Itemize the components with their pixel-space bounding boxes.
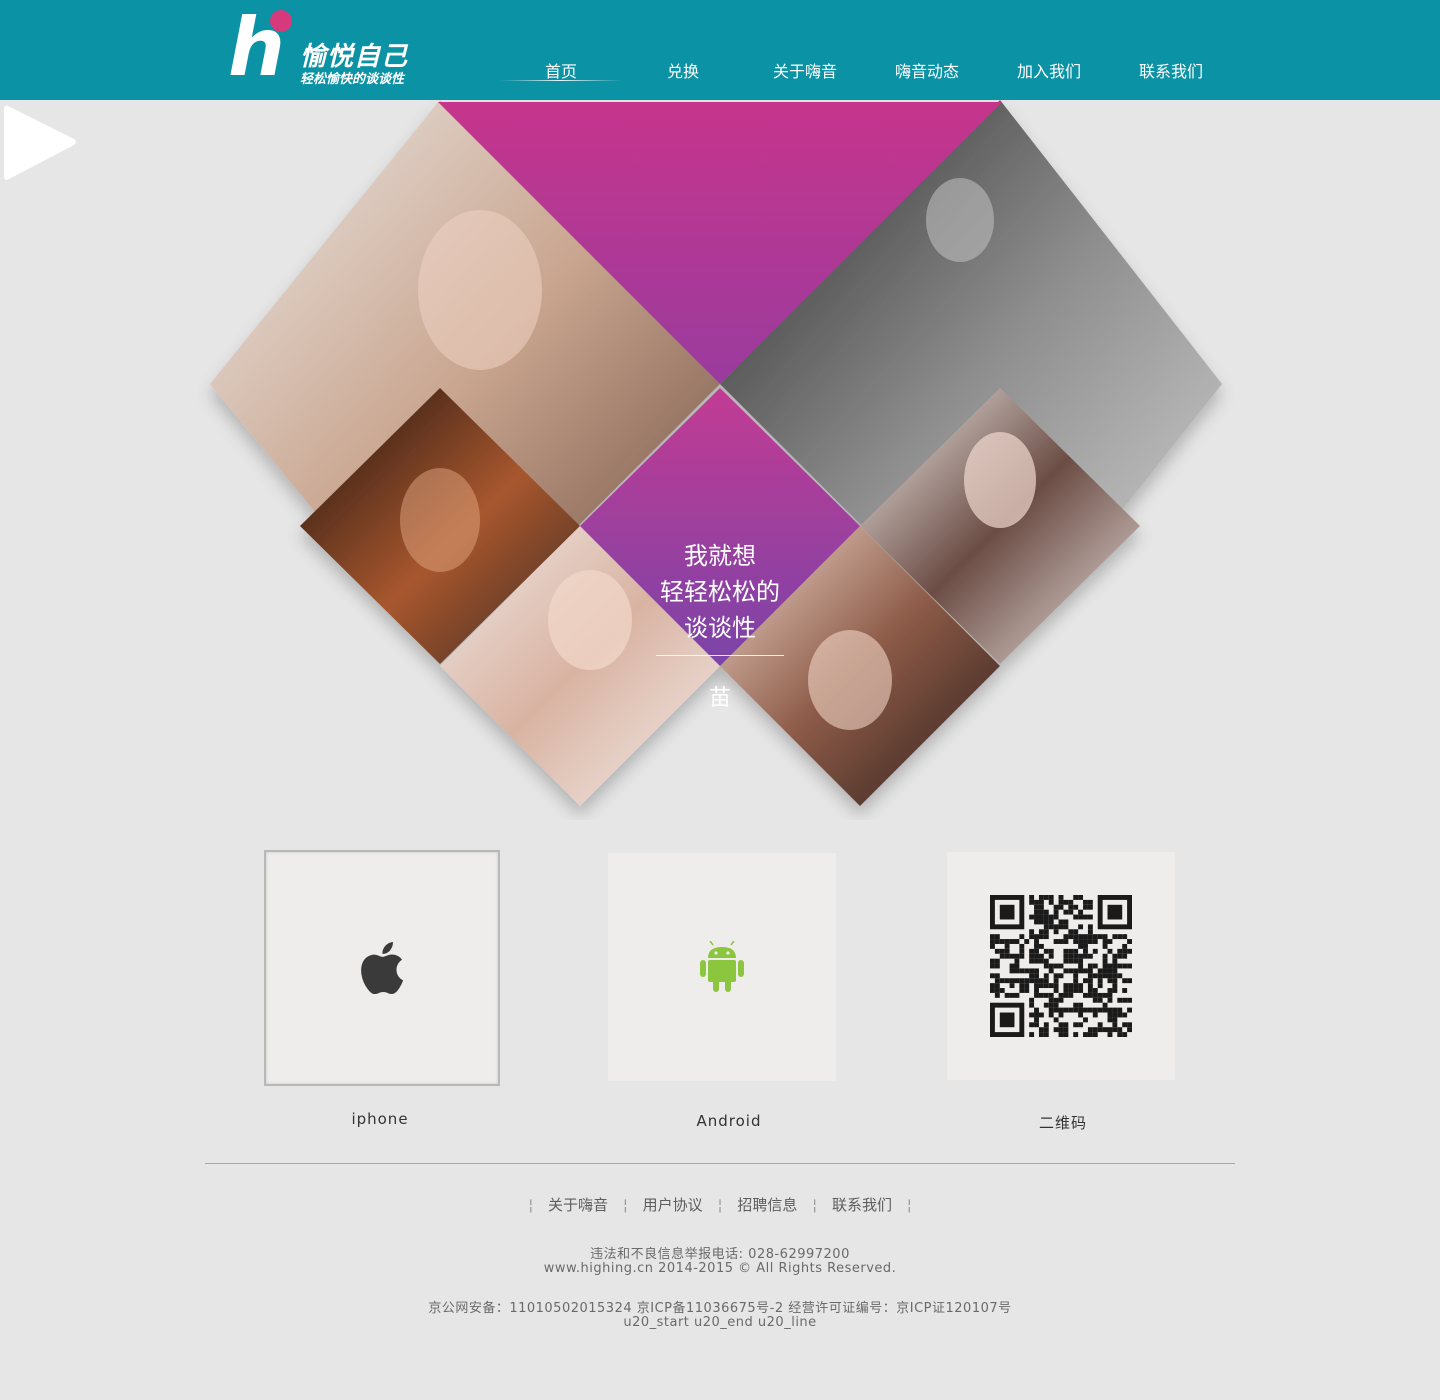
nav-item-label: 加入我们 — [1016, 62, 1081, 81]
slogan-text: 我就想 轻轻松松的 谈谈性 — [640, 538, 800, 646]
play-icon[interactable] — [0, 100, 80, 184]
slogan-author: 苗 — [708, 686, 731, 711]
nav-item-contact[interactable]: 联系我们 — [1110, 58, 1232, 82]
nav-item-label: 嗨音动态 — [894, 62, 959, 81]
hero-mosaic-graphic — [210, 100, 1222, 806]
download-iphone-label[interactable]: iphone — [260, 1110, 500, 1128]
slogan-divider — [656, 655, 784, 656]
footer-links: ¦ 关于嗨音 ¦ 用户协议 ¦ 招聘信息 ¦ 联系我们 ¦ — [0, 1194, 1440, 1215]
hero-mosaic: 我就想 轻轻松松的 谈谈性 苗 — [0, 100, 1440, 820]
site-header: h 愉悦自己 轻松愉快的谈谈性 首页 兑换 关于嗨音 嗨音动态 加入我们 联系我… — [0, 0, 1440, 100]
footer-separator: ¦ — [528, 1196, 534, 1214]
face-hint — [964, 432, 1036, 528]
download-android-label[interactable]: Android — [609, 1112, 849, 1130]
logo-dot — [270, 10, 292, 32]
footer-divider — [205, 1163, 1235, 1164]
nav-item-about[interactable]: 关于嗨音 — [744, 58, 866, 82]
face-hint — [400, 468, 480, 572]
footer-link-agreement[interactable]: 用户协议 — [643, 1196, 703, 1214]
nav-item-home[interactable]: 首页 — [500, 58, 622, 82]
nav-item-label: 关于嗨音 — [772, 62, 837, 81]
qr-code-icon — [990, 895, 1132, 1037]
nav-item-join[interactable]: 加入我们 — [988, 58, 1110, 82]
footer-separator: ¦ — [812, 1196, 818, 1214]
face-hint — [808, 630, 892, 730]
face-hint — [418, 210, 542, 370]
footer-separator: ¦ — [906, 1196, 912, 1214]
site-logo[interactable]: h 愉悦自己 轻松愉快的谈谈性 — [228, 8, 428, 88]
face-hint — [926, 178, 994, 262]
footer-link-contact[interactable]: 联系我们 — [832, 1196, 892, 1214]
footer-separator: ¦ — [717, 1196, 723, 1214]
android-icon — [700, 941, 744, 992]
slogan-line-1: 我就想 — [684, 542, 756, 570]
footer-separator: ¦ — [622, 1196, 628, 1214]
logo-subtitle: 轻松愉快的谈谈性 — [300, 72, 405, 87]
nav-active-underline — [500, 80, 622, 81]
nav-item-label: 兑换 — [666, 62, 699, 81]
footer-copyright: www.highing.cn 2014-2015 © All Rights Re… — [543, 1261, 897, 1276]
nav-item-label: 联系我们 — [1138, 62, 1203, 81]
footer-report-phone: 违法和不良信息举报电话: 028-62997200 — [590, 1247, 850, 1262]
apple-icon — [361, 942, 404, 994]
download-qr-label: 二维码 — [1038, 1114, 1087, 1132]
face-hint — [548, 570, 632, 670]
footer-debug-text: u20_start u20_end u20_line — [623, 1315, 817, 1330]
nav-item-label: 首页 — [544, 62, 577, 81]
footer-license: 京公网安备：11010502015324 京ICP备11036675号-2 经营… — [428, 1301, 1012, 1316]
slogan-line-3: 谈谈性 — [684, 614, 756, 642]
download-qr-card[interactable] — [947, 852, 1175, 1080]
nav-item-news[interactable]: 嗨音动态 — [866, 58, 988, 82]
download-android-card[interactable] — [608, 853, 836, 1081]
nav-item-redeem[interactable]: 兑换 — [622, 58, 744, 82]
footer-link-jobs[interactable]: 招聘信息 — [737, 1196, 797, 1214]
footer-link-about[interactable]: 关于嗨音 — [548, 1196, 608, 1214]
download-iphone-card[interactable] — [264, 850, 500, 1086]
slogan-line-2: 轻轻松松的 — [660, 578, 780, 606]
